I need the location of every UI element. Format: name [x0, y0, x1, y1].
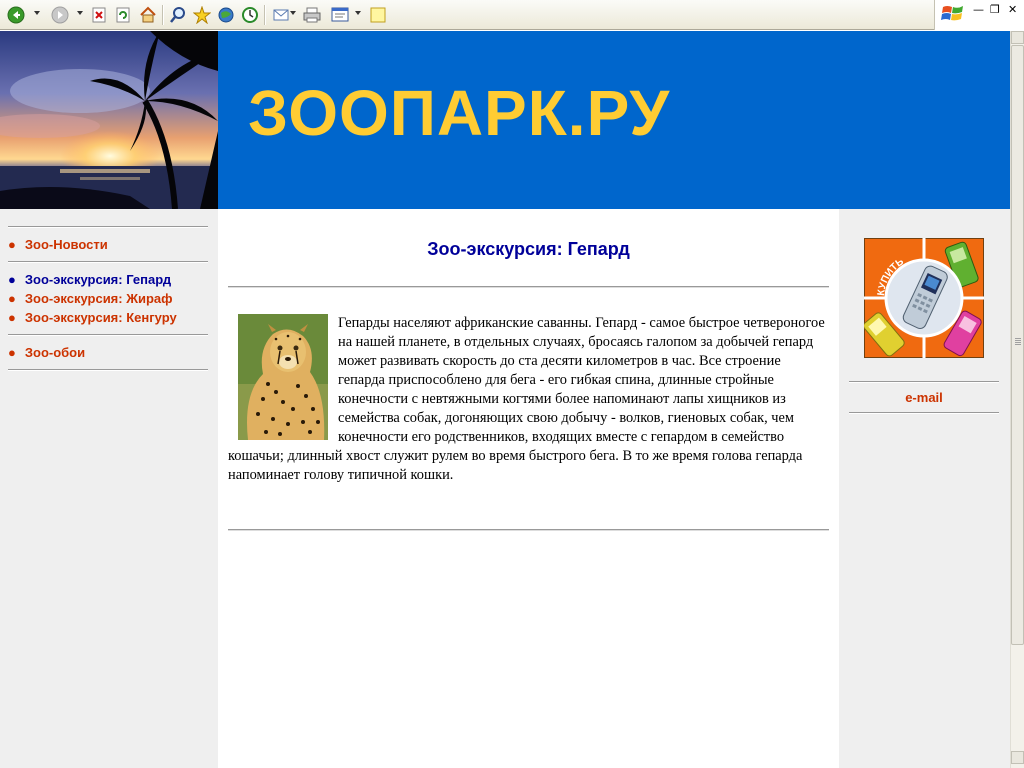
nav-item-label: Зоо-обои: [24, 345, 86, 360]
restore-icon[interactable]: ❐: [990, 3, 1000, 16]
home-icon[interactable]: [138, 5, 158, 25]
divider: [849, 381, 999, 383]
bullet-icon: ●: [8, 237, 16, 252]
divider: [228, 529, 829, 531]
back-dropdown-icon[interactable]: [34, 11, 40, 15]
search-icon[interactable]: [168, 5, 188, 25]
refresh-icon[interactable]: [113, 5, 133, 25]
window-controls: — ❐ ✕: [934, 0, 1024, 30]
divider: [8, 261, 208, 263]
bullet-icon: ●: [8, 345, 16, 360]
article: Гепарды населяют африканские саванны. Ге…: [228, 314, 830, 485]
divider: [8, 226, 208, 228]
nav-item-kangaroo[interactable]: ● Зоо-экскурсия: Кенгуру: [8, 310, 177, 325]
divider: [8, 369, 208, 371]
site-title: ЗООПАРК.РУ: [248, 77, 671, 149]
divider: [849, 412, 999, 414]
discuss-icon[interactable]: [368, 5, 388, 25]
forward-dropdown-icon[interactable]: [77, 11, 83, 15]
nav-item-cheetah[interactable]: ● Зоо-экскурсия: Гепард: [8, 272, 171, 287]
bullet-icon: ●: [8, 272, 16, 287]
bullet-icon: ●: [8, 310, 16, 325]
stop-icon[interactable]: [89, 5, 109, 25]
back-icon[interactable]: [6, 5, 26, 25]
cheetah-image: [238, 314, 328, 440]
bullet-icon: ●: [8, 291, 16, 306]
forward-icon[interactable]: [50, 5, 70, 25]
edit-dropdown-icon[interactable]: [355, 11, 361, 15]
minimize-icon[interactable]: —: [973, 3, 984, 16]
scroll-down-button[interactable]: [1011, 751, 1024, 764]
left-sidebar: ● Зоо-Новости ● Зоо-экскурсия: Гепард ● …: [0, 209, 218, 768]
print-icon[interactable]: [302, 5, 322, 25]
email-link[interactable]: e-mail: [849, 390, 999, 405]
scroll-thumb[interactable]: [1011, 45, 1024, 645]
right-sidebar: КУПИТЬ e-mail: [839, 209, 1010, 768]
nav-item-giraffe[interactable]: ● Зоо-экскурсия: Жираф: [8, 291, 173, 306]
divider: [228, 286, 829, 288]
scroll-up-button[interactable]: [1011, 31, 1024, 44]
edit-icon[interactable]: [330, 5, 350, 25]
header-sunset-image: [0, 31, 218, 209]
vertical-scrollbar[interactable]: [1010, 31, 1024, 768]
buy-phone-ad-banner[interactable]: КУПИТЬ: [863, 238, 984, 358]
nav-item-label: Зоо-экскурсия: Жираф: [24, 291, 173, 306]
media-icon[interactable]: [216, 5, 236, 25]
main-content: Зоо-экскурсия: Гепард Гепарды населяют а…: [218, 209, 839, 768]
divider: [8, 334, 208, 336]
nav-item-label: Зоо-Новости: [24, 237, 108, 252]
page-title: Зоо-экскурсия: Гепард: [427, 239, 630, 259]
nav-item-label: Зоо-экскурсия: Гепард: [24, 272, 172, 287]
browser-toolbar: — ❐ ✕: [0, 0, 1024, 30]
nav-item-wallpapers[interactable]: ● Зоо-обои: [8, 345, 85, 360]
windows-logo-icon: [941, 6, 963, 21]
nav-item-label: Зоо-экскурсия: Кенгуру: [24, 310, 177, 325]
mail-dropdown-icon[interactable]: [290, 11, 296, 15]
mail-icon[interactable]: [272, 5, 292, 25]
favorites-icon[interactable]: [192, 5, 212, 25]
close-icon[interactable]: ✕: [1008, 3, 1017, 16]
history-icon[interactable]: [240, 5, 260, 25]
header-banner: ЗООПАРК.РУ: [218, 31, 1010, 209]
nav-item-zoo-news[interactable]: ● Зоо-Новости: [8, 237, 108, 252]
